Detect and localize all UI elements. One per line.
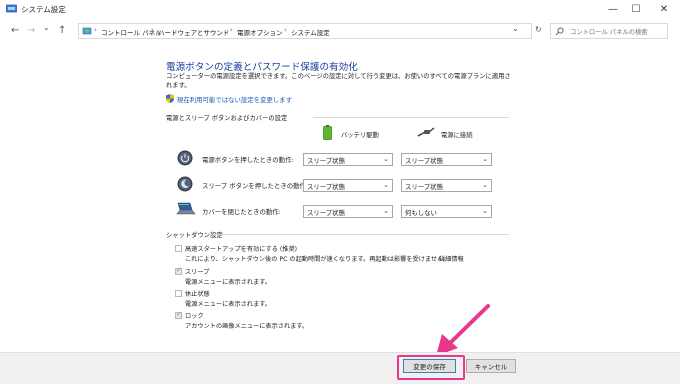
lid-close-plugged-select[interactable]: 何もしない ⌄ — [401, 205, 492, 218]
forward-button[interactable]: → — [27, 25, 35, 36]
select-value: スリープ状態 — [307, 209, 345, 217]
recent-locations-button[interactable]: ⌄ — [43, 23, 50, 32]
battery-icon — [323, 125, 332, 140]
sleep-button-plugged-select[interactable]: スリープ状態 ⌄ — [401, 179, 492, 192]
page-title: 電源ボタンの定義とパスワード保護の有効化 — [166, 62, 358, 73]
lock-label: ロック — [185, 313, 204, 320]
window-title: システム設定 — [21, 5, 66, 14]
cancel-button[interactable]: キャンセル — [466, 359, 516, 373]
hibernate-description: 電源メニューに表示されます。 — [185, 301, 272, 308]
breadcrumb-separator: › — [94, 26, 97, 34]
title-bar — [0, 0, 680, 18]
power-button-plugged-select[interactable]: スリープ状態 ⌄ — [401, 153, 492, 166]
close-button[interactable]: ✕ — [651, 0, 677, 18]
page-description: コンピューターの電源設定を選択できます。このページの設定に対して行う変更は、お使… — [166, 73, 511, 89]
breadcrumb-system-settings[interactable]: システム設定 — [291, 27, 330, 37]
footer-bar — [0, 352, 680, 384]
refresh-icon[interactable]: ↻ — [535, 25, 542, 34]
lid-close-action-label: カバーを閉じたときの動作: — [202, 208, 281, 216]
sleep-button-icon — [177, 176, 193, 192]
up-button[interactable]: ↑ — [58, 25, 66, 36]
select-value: スリープ状態 — [307, 157, 345, 165]
breadcrumb-separator: › — [284, 26, 287, 34]
sleep-button-battery-select[interactable]: スリープ状態 ⌄ — [303, 179, 393, 192]
breadcrumb-hardware-sound[interactable]: ハードウェアとサウンド — [158, 27, 229, 37]
fast-startup-description: これにより、シャットダウン後の PC の起動時間が速くなります。再起動は影響を受… — [185, 256, 450, 263]
lock-checkbox[interactable] — [175, 310, 182, 319]
select-value: 何もしない — [405, 209, 437, 217]
section-divider — [213, 234, 509, 235]
breadcrumb-power-options[interactable]: 電源オプション — [237, 27, 283, 37]
hibernate-label: 休止状態 — [185, 291, 210, 298]
chevron-down-icon: ⌄ — [383, 155, 389, 163]
buttons-section-title: 電源とスリープ ボタンおよびカバーの設定 — [166, 115, 288, 122]
search-placeholder: コントロール パネルの検索 — [570, 29, 648, 36]
power-button-icon — [177, 150, 193, 166]
control-panel-small-icon — [82, 27, 92, 35]
section-divider — [313, 117, 509, 118]
fast-startup-checkbox[interactable] — [175, 245, 182, 252]
battery-column-header: バッテリ駆動 — [341, 132, 379, 139]
back-button[interactable]: ← — [11, 25, 19, 36]
shield-icon — [166, 94, 174, 103]
sleep-description: 電源メニューに表示されます。 — [185, 279, 272, 286]
chevron-down-icon: ⌄ — [482, 155, 488, 163]
select-value: スリープ状態 — [307, 183, 345, 191]
control-panel-icon — [6, 4, 17, 13]
fast-startup-label: 高速スタートアップを有効にする (推奨) — [185, 246, 298, 253]
power-plug-icon — [417, 127, 435, 137]
hibernate-checkbox[interactable] — [175, 290, 182, 297]
annotation-arrow — [436, 304, 490, 356]
select-value: スリープ状態 — [405, 157, 443, 165]
chevron-down-icon: ⌄ — [482, 207, 488, 215]
change-unavailable-settings-link[interactable]: 現在利用可能ではない設定を変更します — [177, 95, 292, 104]
lid-close-battery-select[interactable]: スリープ状態 ⌄ — [303, 205, 393, 218]
breadcrumb-separator: › — [151, 26, 154, 34]
select-value: スリープ状態 — [405, 183, 443, 191]
address-dropdown-icon[interactable]: ⌄ — [512, 24, 519, 33]
chevron-down-icon: ⌄ — [383, 181, 389, 189]
sleep-label: スリープ — [185, 269, 210, 276]
search-icon — [555, 27, 564, 36]
power-button-battery-select[interactable]: スリープ状態 ⌄ — [303, 153, 393, 166]
maximize-button[interactable]: ☐ — [623, 0, 649, 18]
lock-description: アカウントの画像メニューに表示されます。 — [185, 323, 309, 330]
save-button[interactable]: 変更の保存 — [403, 359, 456, 373]
chevron-down-icon: ⌄ — [482, 181, 488, 189]
learn-more-link[interactable]: 詳細情報 — [439, 254, 464, 263]
sleep-button-action-label: スリープ ボタンを押したときの動作: — [202, 182, 309, 190]
power-button-action-label: 電源ボタンを押したときの動作: — [202, 156, 294, 164]
chevron-down-icon: ⌄ — [383, 207, 389, 215]
sleep-checkbox[interactable] — [175, 266, 182, 275]
laptop-lid-icon — [176, 202, 196, 215]
breadcrumb-separator: › — [230, 26, 233, 34]
plugged-column-header: 電源に接続 — [441, 132, 473, 139]
